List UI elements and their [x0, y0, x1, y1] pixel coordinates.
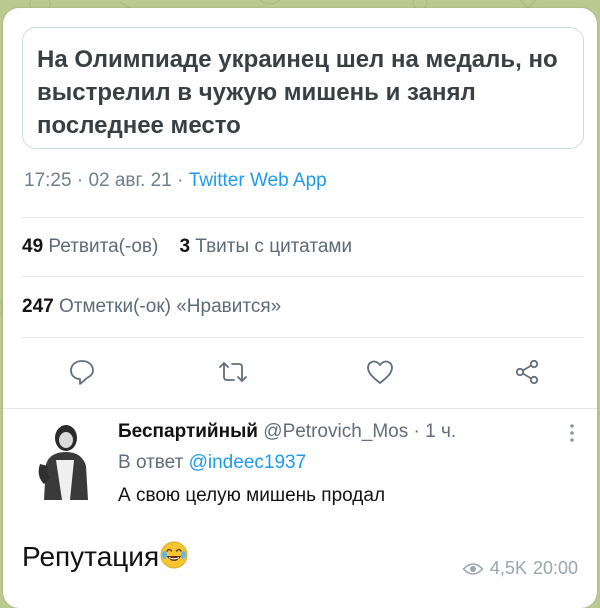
- post-footer-meta: 4,5K 20:00: [462, 558, 578, 579]
- reply-time: 1 ч.: [425, 421, 457, 442]
- avatar[interactable]: [32, 420, 94, 500]
- reply-to-handle[interactable]: @indeec1937: [189, 452, 307, 473]
- more-options-icon[interactable]: [567, 422, 577, 446]
- divider: [3, 408, 597, 409]
- divider: [22, 337, 584, 338]
- views-eye-icon: [462, 562, 484, 575]
- post-caption: Репутация: [22, 540, 189, 573]
- retweet-icon: [219, 362, 247, 382]
- reply-icon: [70, 360, 94, 385]
- caption-text: Репутация: [22, 541, 160, 572]
- views-count: 4,5K: [489, 558, 527, 578]
- likes-label: Отметки(-ок) «Нравится»: [58, 296, 282, 317]
- reply-author-name[interactable]: Беспартийный: [118, 421, 258, 442]
- reply-button[interactable]: [66, 356, 98, 388]
- retweets-stat[interactable]: 49 Ретвита(-ов): [22, 236, 158, 257]
- likes-stats-row[interactable]: 247 Отметки(-ок) «Нравится»: [22, 296, 281, 318]
- meta-separator: ·: [76, 170, 89, 191]
- quotes-count: 3: [179, 236, 191, 257]
- retweets-count: 49: [22, 236, 44, 257]
- meta-separator: ·: [177, 170, 189, 191]
- reply-to-label: В ответ: [118, 452, 184, 473]
- likes-count: 247: [22, 296, 54, 317]
- share-button[interactable]: [511, 356, 543, 388]
- quotes-label: Твиты с цитатами: [195, 236, 353, 257]
- divider: [22, 276, 584, 277]
- laughing-emoji-icon: [159, 541, 189, 572]
- reply-header: Беспартийный @Petrovich_Mos · 1 ч.: [118, 421, 456, 443]
- reply-author-handle[interactable]: @Petrovich_Mos: [263, 421, 408, 442]
- retweets-label: Ретвита(-ов): [48, 236, 159, 257]
- tweet-date: 02 авг. 21: [88, 170, 172, 191]
- tweet-source-link[interactable]: Twitter Web App: [189, 170, 327, 191]
- like-button[interactable]: [364, 356, 396, 388]
- post-time: 20:00: [532, 558, 578, 578]
- quoted-headline: На Олимпиаде украинец шел на медаль, но …: [37, 46, 558, 139]
- quoted-news-card[interactable]: На Олимпиаде украинец шел на медаль, но …: [22, 27, 584, 149]
- divider: [22, 217, 584, 218]
- like-icon: [367, 360, 393, 384]
- reply-to-line: В ответ @indeec1937: [118, 452, 306, 474]
- reply-text: А свою целую мишень продал: [118, 485, 386, 506]
- share-icon: [515, 359, 539, 385]
- tweet-time: 17:25: [24, 170, 72, 191]
- tweet-meta: 17:25 · 02 авг. 21 · Twitter Web App: [24, 170, 327, 192]
- retweet-button[interactable]: [217, 356, 249, 388]
- quotes-stat[interactable]: 3 Твиты с цитатами: [179, 236, 352, 257]
- meta-separator: ·: [413, 421, 426, 442]
- retweet-stats-row: 49 Ретвита(-ов) 3 Твиты с цитатами: [22, 236, 352, 258]
